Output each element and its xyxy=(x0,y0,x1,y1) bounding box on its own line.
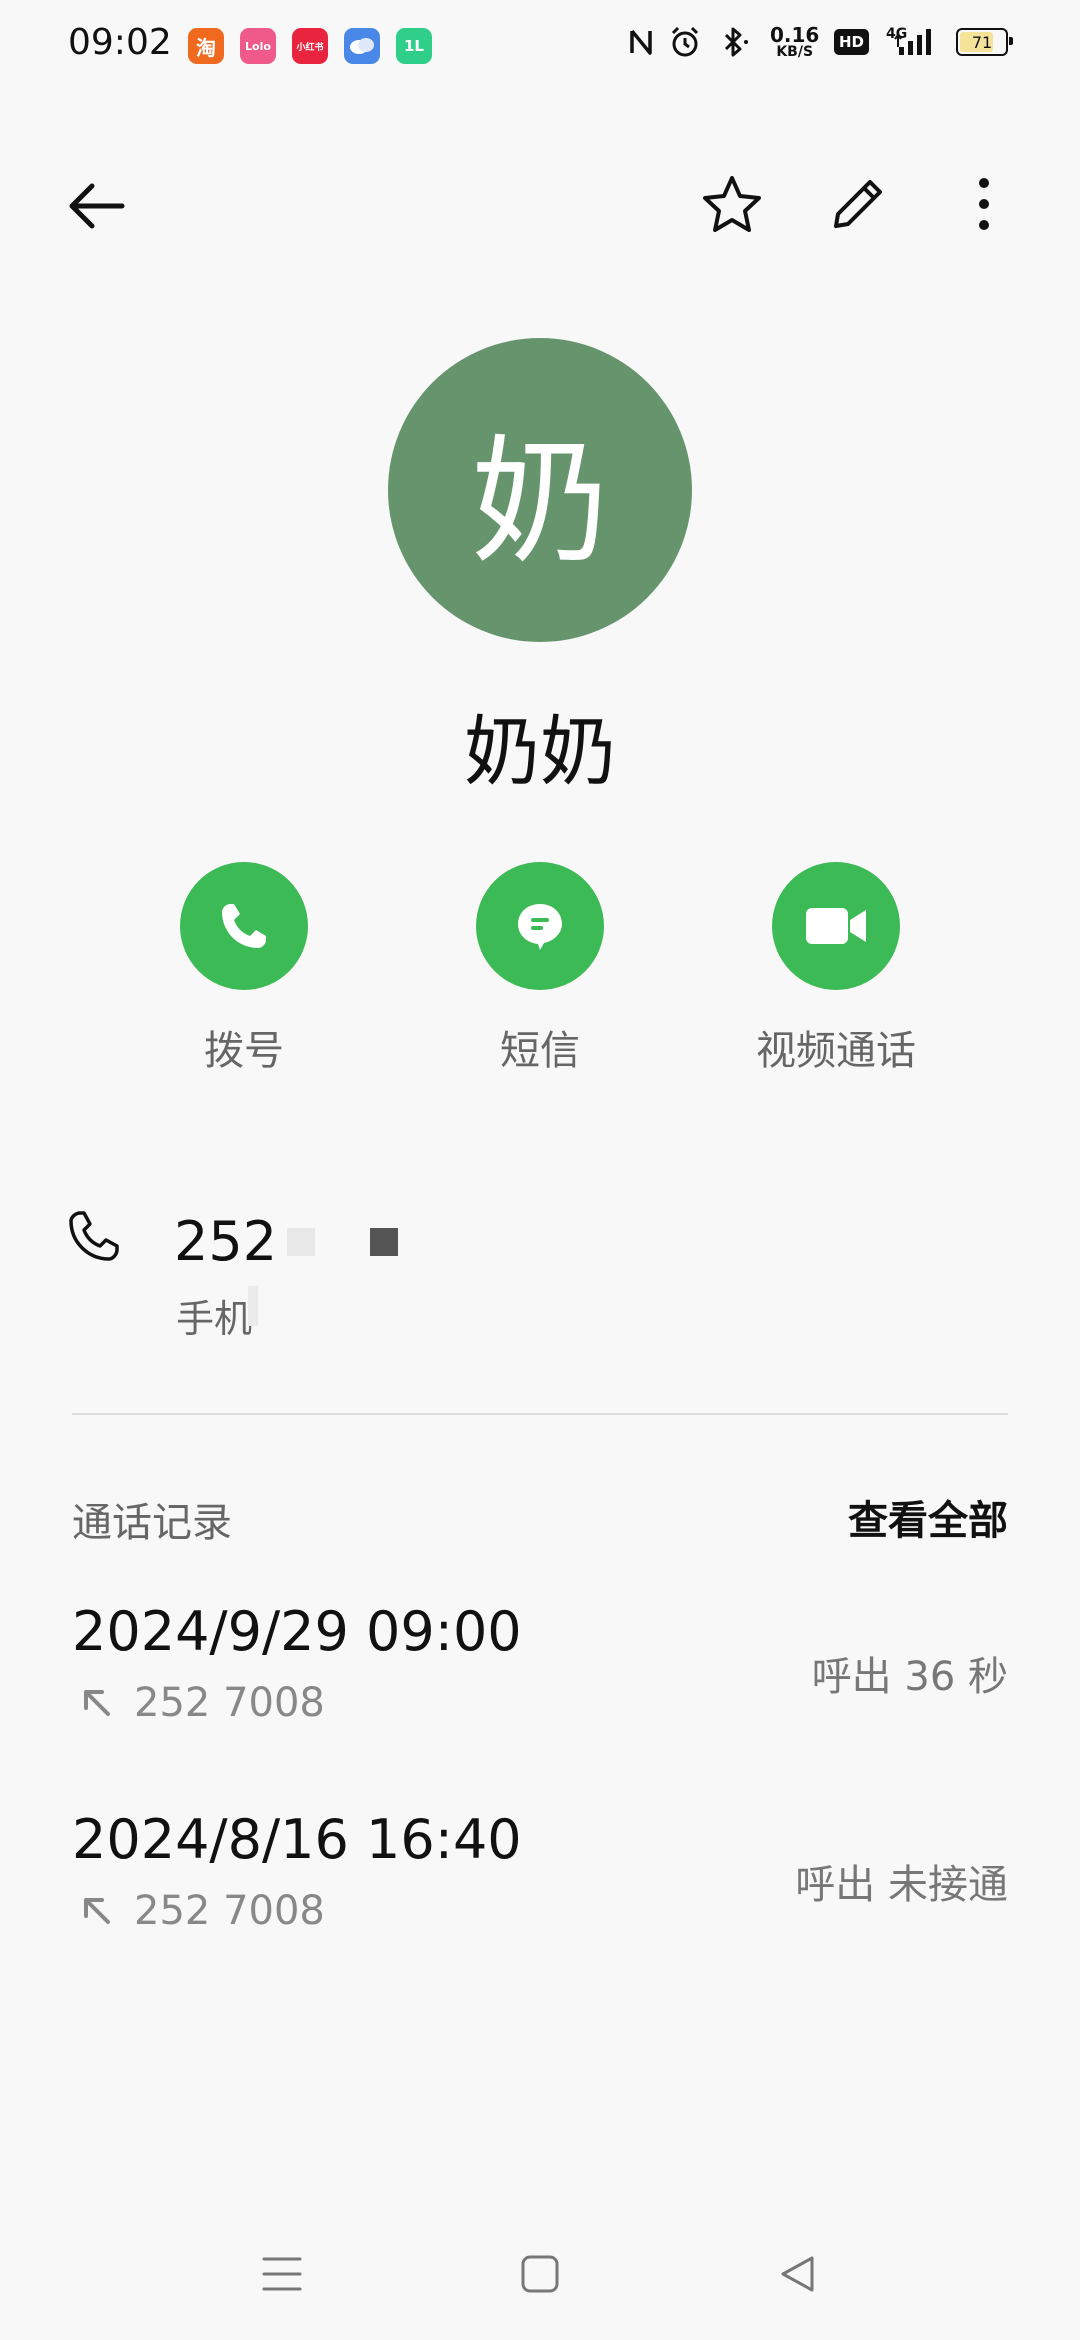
call-log-number: 252 7008 xyxy=(134,1888,325,1934)
avatar-initial: 奶 xyxy=(470,422,609,583)
phone-number-icon xyxy=(66,1208,122,1268)
call-log-status: 呼出 36 秒 xyxy=(811,1654,1008,1700)
pencil-icon[interactable] xyxy=(822,168,894,240)
phone-number[interactable]: 252 xyxy=(174,1210,277,1273)
video-call-action-button[interactable]: 视频通话 xyxy=(716,862,956,1076)
call-action-label: 拨号 xyxy=(204,1028,284,1074)
taobao-icon: 淘 xyxy=(188,28,224,64)
message-action-label: 短信 xyxy=(500,1028,580,1074)
menu-icon[interactable] xyxy=(248,2248,316,2300)
call-log-datetime: 2024/9/29 09:00 xyxy=(72,1600,522,1663)
call-log-datetime: 2024/8/16 16:40 xyxy=(72,1808,522,1871)
contact-avatar: 奶 xyxy=(388,338,692,642)
lofter-icon-label: Lolo xyxy=(245,39,271,53)
phone-type: 手机 xyxy=(176,1297,253,1341)
call-log-title: 通话记录 xyxy=(72,1500,232,1546)
more-vertical-icon[interactable] xyxy=(958,168,1010,240)
xiaohongshu-icon: 小红书 xyxy=(292,28,328,64)
battery-level: 71 xyxy=(971,32,993,52)
signal-icon: 4G xyxy=(886,22,937,62)
app-green-icon: 1L xyxy=(396,28,432,64)
view-all-link[interactable]: 查看全部 xyxy=(848,1488,1008,1546)
network-speed-unit: KB/S xyxy=(776,43,814,60)
weibo-icon xyxy=(344,28,380,64)
redaction-mask xyxy=(248,1286,258,1326)
phone-icon[interactable] xyxy=(180,862,308,990)
outgoing-call-icon xyxy=(78,1684,114,1724)
message-icon[interactable] xyxy=(476,862,604,990)
status-time: 09:02 xyxy=(68,22,172,63)
divider xyxy=(72,1413,1008,1415)
call-log-status: 呼出 未接通 xyxy=(795,1862,1008,1908)
call-log-number: 252 7008 xyxy=(134,1680,325,1726)
call-log-entry[interactable]: 2024/9/29 09:00 252 7008 呼出 36 秒 xyxy=(0,1600,1080,1740)
nfc-icon xyxy=(628,22,654,62)
alarm-icon xyxy=(668,22,702,62)
message-action-button[interactable]: 短信 xyxy=(420,862,660,1076)
contact-name: 奶奶 xyxy=(464,707,616,796)
taobao-icon-label: 淘 xyxy=(196,35,216,60)
video-camera-icon[interactable] xyxy=(772,862,900,990)
back-arrow-icon[interactable] xyxy=(60,170,132,242)
star-icon[interactable] xyxy=(696,168,768,240)
app-green-icon-label: 1L xyxy=(404,37,424,55)
xiaohongshu-icon-label: 小红书 xyxy=(296,42,324,53)
back-triangle-icon[interactable] xyxy=(764,2248,832,2300)
network-speed-value: 0.16 xyxy=(770,22,820,47)
video-call-action-label: 视频通话 xyxy=(756,1028,916,1074)
bluetooth-icon xyxy=(718,22,752,62)
hd-badge: HD xyxy=(834,29,870,55)
outgoing-call-icon xyxy=(78,1892,114,1932)
home-square-icon[interactable] xyxy=(506,2248,574,2300)
redaction-mask xyxy=(370,1228,398,1256)
lofter-icon: Lolo xyxy=(240,28,276,64)
redaction-mask xyxy=(287,1228,315,1256)
call-action-button[interactable]: 拨号 xyxy=(124,862,364,1076)
call-log-entry[interactable]: 2024/8/16 16:40 252 7008 呼出 未接通 xyxy=(0,1808,1080,1948)
battery-icon: 71 xyxy=(956,28,1013,56)
network-speed: 0.16 KB/S xyxy=(770,22,819,62)
